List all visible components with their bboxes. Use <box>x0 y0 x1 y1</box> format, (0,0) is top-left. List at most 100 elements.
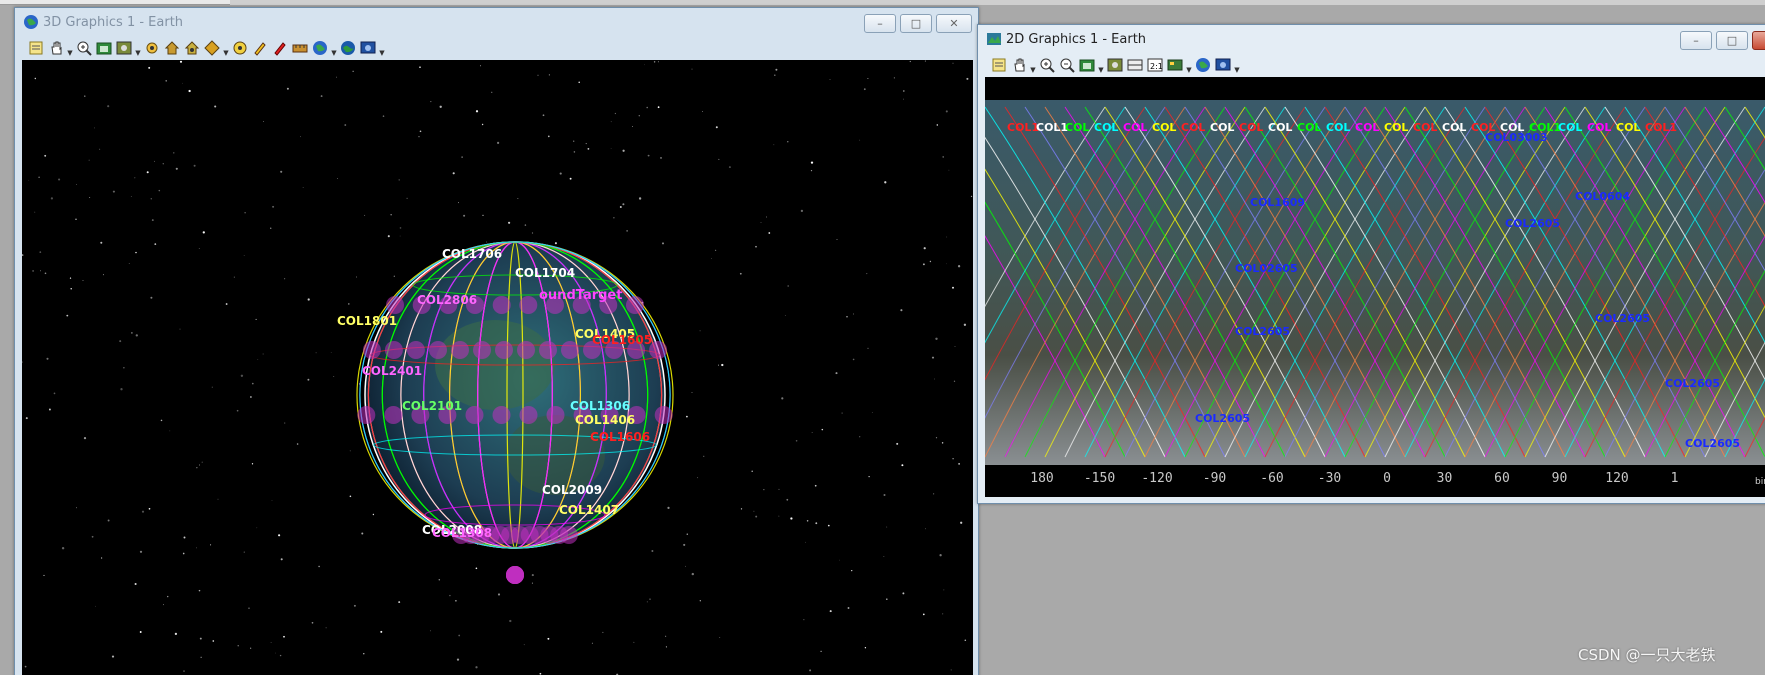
ground-target-label[interactable]: oundTarget <box>539 288 622 303</box>
satellite-label[interactable]: COL1406 <box>575 413 635 427</box>
satellite-label[interactable]: COL2009 <box>542 483 602 497</box>
pan-icon[interactable] <box>47 39 65 57</box>
3d-viewport[interactable]: COL1704 COL1405 COL1605 COL1406 COL1606 COL14… <box>22 60 973 675</box>
dropdown-arrow-icon[interactable]: ▼ <box>1030 56 1036 74</box>
dropdown-arrow-icon[interactable]: ▼ <box>135 39 141 57</box>
satellite-label[interactable]: COL <box>1152 121 1176 134</box>
settings-icon[interactable] <box>1214 56 1232 74</box>
satellite-label[interactable]: COL <box>1297 121 1321 134</box>
scale-1to1-icon[interactable]: 2:1 <box>1146 56 1164 74</box>
satellite-label[interactable]: COL <box>1210 121 1234 134</box>
orient-icon[interactable] <box>203 39 221 57</box>
satellite-label[interactable]: COL02605 <box>1235 262 1298 275</box>
satellite-label[interactable]: COL2806 <box>417 293 477 307</box>
satellite-label[interactable]: COL2605 <box>1195 412 1250 425</box>
satellite-label[interactable]: COL <box>1616 121 1640 134</box>
longitude-tick: 1 <box>1670 471 1679 486</box>
satellite-label[interactable]: COL1706 <box>442 247 502 261</box>
satellite-label[interactable]: COL2605 <box>1595 312 1650 325</box>
globe-icon[interactable] <box>311 39 329 57</box>
satellite-label[interactable]: COL1407 <box>559 503 619 517</box>
record-icon[interactable] <box>115 39 133 57</box>
globe-icon <box>23 14 39 30</box>
minimize-button[interactable]: – <box>1680 31 1712 50</box>
maximize-button[interactable]: □ <box>1716 31 1748 50</box>
globe-icon[interactable] <box>1194 56 1212 74</box>
marker-icon[interactable] <box>271 39 289 57</box>
satellite-label[interactable]: COL2605 <box>1505 217 1560 230</box>
satellite-label[interactable]: COL <box>1355 121 1379 134</box>
close-button[interactable]: ✕ <box>936 14 972 33</box>
toolbar-3d: ▼ ▼ ▼ ▼ ▼ <box>21 36 972 60</box>
satellite-label[interactable]: COL1308 <box>432 526 492 540</box>
satellite-label[interactable]: COL <box>1326 121 1350 134</box>
dropdown-arrow-icon[interactable]: ▼ <box>379 39 385 57</box>
satellite-label[interactable]: COL1 <box>1036 121 1068 134</box>
map-layers-icon[interactable] <box>1166 56 1184 74</box>
dropdown-arrow-icon[interactable]: ▼ <box>223 39 229 57</box>
ground-tracks[interactable]: COL1COL1COL COL COL COL COL COL COL COL COL COL CO… <box>985 77 1765 465</box>
satellite-label[interactable]: COL <box>1558 121 1582 134</box>
satellite-label[interactable]: COL2605 <box>1685 437 1740 450</box>
maximize-button[interactable]: □ <box>900 14 932 33</box>
settings-icon[interactable] <box>359 39 377 57</box>
window-2d-graphics[interactable]: 2D Graphics 1 - Earth – □ ✕ ▼▼2:1▼▼ COL1… <box>977 24 1765 504</box>
dropdown-arrow-icon[interactable]: ▼ <box>1234 56 1240 74</box>
snapshot-icon[interactable] <box>95 39 113 57</box>
satellite-label[interactable]: COL1704 <box>515 266 575 280</box>
satellite-label[interactable]: COL03003 <box>1485 131 1548 144</box>
longitude-tick: 0 <box>1383 471 1391 486</box>
zoom-to-icon[interactable] <box>183 39 201 57</box>
snapshot-icon[interactable] <box>1078 56 1096 74</box>
satellite-label[interactable]: COL1 <box>1645 121 1677 134</box>
earth-icon[interactable] <box>339 39 357 57</box>
measure-icon[interactable] <box>231 39 249 57</box>
satellite-label[interactable]: COL1609 <box>1250 196 1305 209</box>
view-from-icon[interactable] <box>143 39 161 57</box>
satellite-label[interactable]: COL <box>1413 121 1437 134</box>
satellite-label[interactable]: COL <box>1239 121 1263 134</box>
satellite-label[interactable]: COL <box>1181 121 1205 134</box>
satellite-label[interactable]: COL1306 <box>570 399 630 413</box>
dropdown-arrow-icon[interactable]: ▼ <box>1098 56 1104 74</box>
satellite-label[interactable]: COL <box>1065 121 1089 134</box>
titlebar-2d[interactable]: 2D Graphics 1 - Earth – □ ✕ <box>978 25 1765 51</box>
2d-map-viewport[interactable]: COL1 COL1 COL COL COL COL COL COL COL COL COL COL CO… <box>985 77 1765 497</box>
satellite-label[interactable]: COL1605 <box>592 333 652 347</box>
pan-icon[interactable] <box>1010 56 1028 74</box>
properties-icon[interactable] <box>990 56 1008 74</box>
satellite-label[interactable]: COL <box>1384 121 1408 134</box>
dropdown-arrow-icon[interactable]: ▼ <box>331 39 337 57</box>
pencil-icon[interactable] <box>251 39 269 57</box>
satellite-label[interactable]: COL1 <box>1007 121 1039 134</box>
satellite-label[interactable]: COL <box>1094 121 1118 134</box>
satellite-label[interactable]: COL1801 <box>337 314 397 328</box>
satellite-label[interactable]: COL2101 <box>402 399 462 413</box>
home-view-icon[interactable] <box>163 39 181 57</box>
satellite-label[interactable]: COL2401 <box>362 364 422 378</box>
record-icon[interactable] <box>1106 56 1124 74</box>
satellite-label[interactable]: COL2605 <box>1665 377 1720 390</box>
satellite-label[interactable]: COL2605 <box>1235 325 1290 338</box>
zoom-in-icon[interactable] <box>75 39 93 57</box>
close-button[interactable]: ✕ <box>1752 31 1765 50</box>
satellite-label[interactable]: COL1606 <box>590 430 650 444</box>
longitude-tick: -150 <box>1083 471 1116 486</box>
zoom-out-icon[interactable] <box>1058 56 1076 74</box>
satellite-label[interactable]: COL0604 <box>1575 190 1630 203</box>
dropdown-arrow-icon[interactable]: ▼ <box>1186 56 1192 74</box>
ruler-icon[interactable] <box>291 39 309 57</box>
map-projection-icon[interactable] <box>1126 56 1144 74</box>
scene-3d[interactable]: COL1704COL1405COL1605COL1406COL1606COL14… <box>22 60 973 675</box>
dropdown-arrow-icon[interactable]: ▼ <box>67 39 73 57</box>
properties-icon[interactable] <box>27 39 45 57</box>
satellite-label[interactable]: COL <box>1587 121 1611 134</box>
window-3d-graphics[interactable]: 3D Graphics 1 - Earth – □ ✕ ▼ ▼ ▼ ▼ ▼ COL170… <box>14 7 979 675</box>
zoom-in-icon[interactable] <box>1038 56 1056 74</box>
titlebar-3d[interactable]: 3D Graphics 1 - Earth – □ ✕ <box>15 8 978 34</box>
minimize-button[interactable]: – <box>864 14 896 33</box>
satellite-label[interactable]: COL <box>1268 121 1292 134</box>
bing-attribution: bing <box>1755 477 1765 487</box>
satellite-label[interactable]: COL <box>1442 121 1466 134</box>
satellite-label[interactable]: COL <box>1123 121 1147 134</box>
